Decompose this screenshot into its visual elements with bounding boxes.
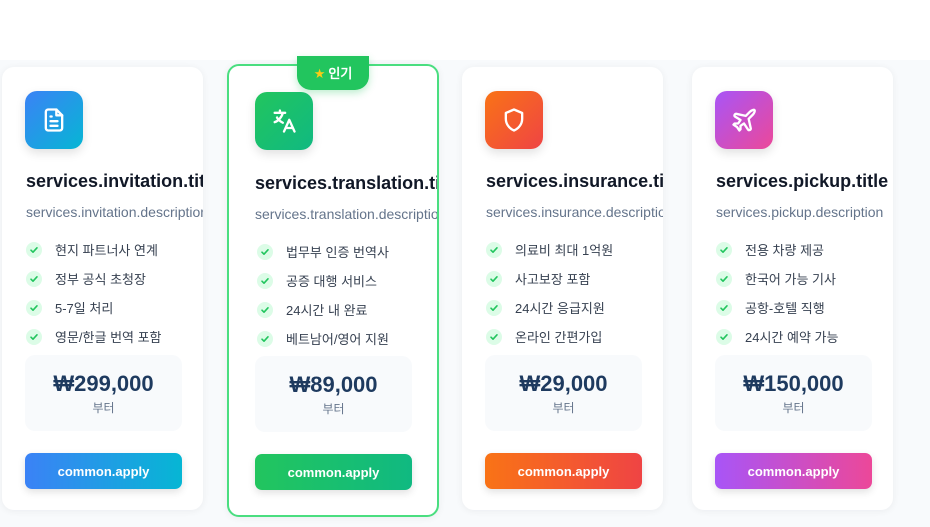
feature-item: 영문/한글 번역 포함 <box>26 322 201 351</box>
check-icon <box>26 328 42 345</box>
feature-list: 전용 차량 제공 한국어 가능 기사 공항-호텔 직행 24시간 예약 가능 <box>716 235 891 351</box>
feature-item: 온라인 간편가입 <box>486 322 661 351</box>
feature-label: 5-7일 처리 <box>55 301 114 316</box>
feature-list: 의료비 최대 1억원 사고보장 포함 24시간 응급지원 온라인 간편가입 <box>486 235 661 351</box>
feature-item: 정부 공식 초청장 <box>26 264 201 293</box>
feature-label: 24시간 응급지원 <box>515 301 605 316</box>
price-value: ₩29,000 <box>519 371 608 396</box>
apply-button[interactable]: common.apply <box>715 453 872 489</box>
check-icon <box>26 299 42 316</box>
check-icon <box>257 243 273 260</box>
airplane-icon <box>715 91 773 149</box>
price-suffix: 부터 <box>92 401 115 415</box>
feature-label: 24시간 내 완료 <box>286 303 368 318</box>
price-box: ₩299,000 부터 <box>25 355 182 431</box>
price-value: ₩89,000 <box>289 372 378 397</box>
price-suffix: 부터 <box>782 401 805 415</box>
card-description: services.invitation.description <box>26 204 203 220</box>
price-box: ₩29,000 부터 <box>485 355 642 431</box>
feature-item: 법무부 인증 번역사 <box>257 237 432 266</box>
price-box: ₩150,000 부터 <box>715 355 872 431</box>
feature-item: 의료비 최대 1억원 <box>486 235 661 264</box>
feature-label: 24시간 예약 가능 <box>745 330 839 345</box>
service-card-invitation: services.invitation.title services.invit… <box>2 67 203 510</box>
price-value: ₩150,000 <box>743 371 844 396</box>
page-header-area <box>0 0 930 60</box>
price-value: ₩299,000 <box>53 371 154 396</box>
card-description: services.pickup.description <box>716 204 884 220</box>
card-title: services.pickup.title <box>716 171 889 191</box>
check-icon <box>486 241 502 258</box>
check-icon <box>26 241 42 258</box>
service-card-insurance: services.insurance.title services.insura… <box>462 67 663 510</box>
feature-label: 한국어 가능 기사 <box>745 272 836 287</box>
feature-label: 영문/한글 번역 포함 <box>55 330 162 345</box>
feature-item: 전용 차량 제공 <box>716 235 891 264</box>
apply-button[interactable]: common.apply <box>255 454 412 490</box>
shield-icon <box>485 91 543 149</box>
feature-label: 사고보장 포함 <box>515 272 591 287</box>
price-suffix: 부터 <box>552 401 575 415</box>
feature-item: 사고보장 포함 <box>486 264 661 293</box>
feature-item: 24시간 내 완료 <box>257 295 432 324</box>
document-icon <box>25 91 83 149</box>
card-description: services.insurance.description <box>486 204 663 220</box>
check-icon <box>716 299 732 316</box>
feature-item: 베트남어/영어 지원 <box>257 324 432 353</box>
check-icon <box>257 301 273 318</box>
service-card-pickup: services.pickup.title services.pickup.de… <box>692 67 893 510</box>
feature-label: 공증 대행 서비스 <box>286 274 377 289</box>
apply-button[interactable]: common.apply <box>25 453 182 489</box>
price-suffix: 부터 <box>322 402 345 416</box>
translate-icon <box>255 92 313 150</box>
feature-item: 한국어 가능 기사 <box>716 264 891 293</box>
feature-label: 베트남어/영어 지원 <box>286 332 389 347</box>
check-icon <box>257 272 273 289</box>
apply-button[interactable]: common.apply <box>485 453 642 489</box>
feature-label: 정부 공식 초청장 <box>55 272 146 287</box>
feature-label: 의료비 최대 1억원 <box>515 243 614 258</box>
feature-item: 24시간 예약 가능 <box>716 322 891 351</box>
feature-label: 전용 차량 제공 <box>745 243 824 258</box>
feature-item: 공항-호텔 직행 <box>716 293 891 322</box>
card-title: services.insurance.title <box>486 171 663 191</box>
service-card-translation: ★인기 services.translation.title services.… <box>227 56 439 517</box>
check-icon <box>257 330 273 347</box>
feature-item: 5-7일 처리 <box>26 293 201 322</box>
check-icon <box>716 328 732 345</box>
check-icon <box>26 270 42 287</box>
check-icon <box>716 270 732 287</box>
feature-label: 공항-호텔 직행 <box>745 301 825 316</box>
price-box: ₩89,000 부터 <box>255 356 412 432</box>
feature-list: 현지 파트너사 연계 정부 공식 초청장 5-7일 처리 영문/한글 번역 포함 <box>26 235 201 351</box>
feature-list: 법무부 인증 번역사 공증 대행 서비스 24시간 내 완료 베트남어/영어 지… <box>257 237 432 353</box>
check-icon <box>716 241 732 258</box>
check-icon <box>486 270 502 287</box>
feature-label: 현지 파트너사 연계 <box>55 243 158 258</box>
check-icon <box>486 328 502 345</box>
card-description: services.translation.description <box>255 206 437 222</box>
card-title: services.translation.title <box>255 173 437 193</box>
check-icon <box>486 299 502 316</box>
feature-item: 24시간 응급지원 <box>486 293 661 322</box>
feature-item: 현지 파트너사 연계 <box>26 235 201 264</box>
feature-item: 공증 대행 서비스 <box>257 266 432 295</box>
card-title: services.invitation.title <box>26 171 203 191</box>
feature-label: 온라인 간편가입 <box>515 330 603 345</box>
feature-label: 법무부 인증 번역사 <box>286 245 389 260</box>
